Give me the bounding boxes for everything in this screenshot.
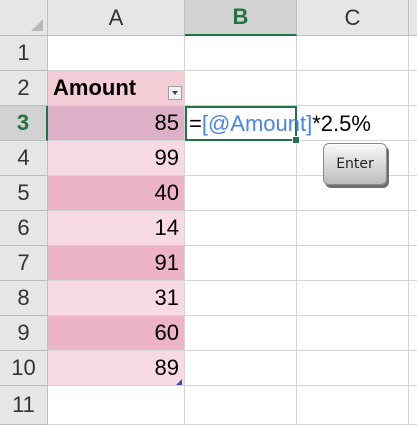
cell-b10[interactable] (185, 351, 297, 386)
cell-c8[interactable] (297, 281, 409, 316)
cell-d10[interactable] (409, 351, 417, 386)
cell-b6[interactable] (185, 211, 297, 246)
formula-equals: = (189, 110, 202, 136)
row-header-5[interactable]: 5 (0, 176, 48, 211)
cell-d4[interactable] (409, 141, 417, 176)
cell-b8[interactable] (185, 281, 297, 316)
amount-cell[interactable]: 91 (48, 246, 185, 281)
cell-d11[interactable] (409, 386, 417, 425)
column-header-d[interactable] (409, 0, 417, 36)
cell-c9[interactable] (297, 316, 409, 351)
cell-d2[interactable] (409, 71, 417, 106)
amount-cell[interactable]: 85 (48, 106, 185, 141)
amount-cell[interactable]: 89 (48, 351, 185, 386)
cell-a11[interactable] (48, 386, 185, 425)
cell-c11[interactable] (297, 386, 409, 425)
cell-d9[interactable] (409, 316, 417, 351)
row-header-9[interactable]: 9 (0, 316, 48, 351)
cell-d5[interactable] (409, 176, 417, 211)
fill-handle[interactable] (292, 136, 300, 144)
amount-cell[interactable]: 40 (48, 176, 185, 211)
formula-edit-cell[interactable]: = [@Amount] *2.5% (185, 106, 371, 141)
select-all-triangle-icon (31, 19, 43, 31)
cell-c7[interactable] (297, 246, 409, 281)
cell-d3[interactable] (409, 106, 417, 141)
spreadsheet-grid: A B C 1 2 3 4 5 6 7 8 9 10 11 Amount 85 … (0, 0, 417, 425)
row-header-1[interactable]: 1 (0, 36, 48, 71)
row-header-6[interactable]: 6 (0, 211, 48, 246)
cell-a1[interactable] (48, 36, 185, 71)
row-header-3[interactable]: 3 (0, 106, 48, 141)
cell-d8[interactable] (409, 281, 417, 316)
row-header-4[interactable]: 4 (0, 141, 48, 176)
column-header-b[interactable]: B (185, 0, 297, 36)
cell-b5[interactable] (185, 176, 297, 211)
enter-key-label: Enter (336, 156, 374, 172)
cell-b2[interactable] (185, 71, 297, 106)
row-header-2[interactable]: 2 (0, 71, 48, 106)
amount-cell[interactable]: 31 (48, 281, 185, 316)
cell-b7[interactable] (185, 246, 297, 281)
column-header-a[interactable]: A (48, 0, 185, 36)
cell-c6[interactable] (297, 211, 409, 246)
table-header-amount[interactable]: Amount (48, 71, 185, 106)
row-header-8[interactable]: 8 (0, 281, 48, 316)
cell-d7[interactable] (409, 246, 417, 281)
cell-b9[interactable] (185, 316, 297, 351)
column-header-c[interactable]: C (297, 0, 409, 36)
enter-key-icon: Enter (323, 143, 387, 185)
row-header-11[interactable]: 11 (0, 386, 48, 425)
cell-d6[interactable] (409, 211, 417, 246)
cell-c1[interactable] (297, 36, 409, 71)
amount-cell[interactable]: 99 (48, 141, 185, 176)
amount-cell[interactable]: 14 (48, 211, 185, 246)
row-header-10[interactable]: 10 (0, 351, 48, 386)
row-header-7[interactable]: 7 (0, 246, 48, 281)
formula-multiplier: *2.5% (312, 110, 371, 136)
cell-d1[interactable] (409, 36, 417, 71)
table-resize-handle[interactable] (176, 379, 182, 385)
cell-b11[interactable] (185, 386, 297, 425)
cell-b1[interactable] (185, 36, 297, 71)
cell-c2[interactable] (297, 71, 409, 106)
amount-cell[interactable]: 60 (48, 316, 185, 351)
cell-b4[interactable] (185, 141, 297, 176)
filter-dropdown-button[interactable] (168, 86, 182, 100)
formula-structured-reference: [@Amount] (201, 110, 313, 136)
select-all-button[interactable] (0, 0, 48, 36)
table-header-label: Amount (53, 75, 137, 100)
chevron-down-icon (172, 91, 178, 95)
cell-c10[interactable] (297, 351, 409, 386)
